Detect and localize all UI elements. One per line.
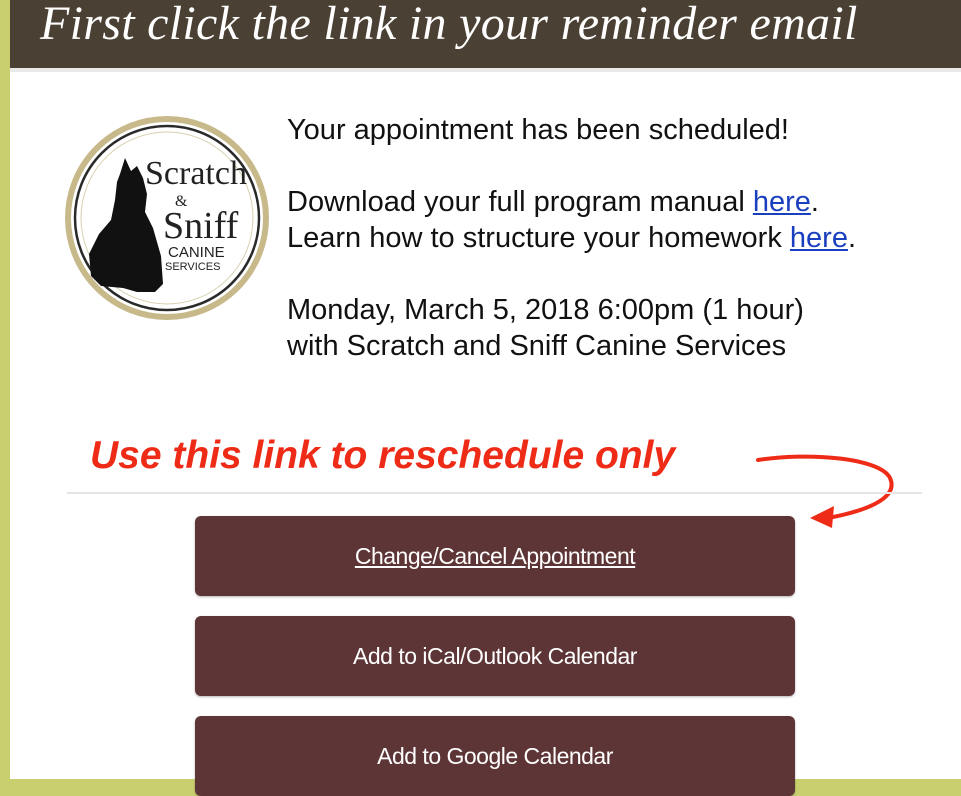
google-calendar-label: Add to Google Calendar xyxy=(377,742,613,769)
divider xyxy=(67,492,922,494)
reschedule-callout: Use this link to reschedule only xyxy=(90,434,676,477)
manual-text: Download your full program manual xyxy=(287,186,753,218)
scheduled-message: Your appointment has been scheduled! xyxy=(287,114,789,146)
header-title: First click the link in your reminder em… xyxy=(40,0,858,50)
change-cancel-appointment-button[interactable]: Change/Cancel Appointment xyxy=(195,516,795,596)
appointment-datetime: Monday, March 5, 2018 6:00pm (1 hour) xyxy=(287,294,804,326)
appointment-provider: with Scratch and Sniff Canine Services xyxy=(287,330,787,362)
homework-period: . xyxy=(847,222,857,254)
header-banner: First click the link in your reminder em… xyxy=(10,0,961,68)
add-ical-outlook-button[interactable]: Add to iCal/Outlook Calendar xyxy=(195,616,795,696)
email-card: Scratch & Sniff CANINE SERVICES Your app… xyxy=(10,68,961,796)
logo-text-services: SERVICES xyxy=(165,261,220,273)
manual-here-link[interactable]: here xyxy=(753,186,811,218)
ical-outlook-label: Add to iCal/Outlook Calendar xyxy=(353,642,637,669)
manual-line: Download your full program manual here. xyxy=(287,184,819,220)
logo-text-canine: CANINE xyxy=(168,244,225,261)
scratch-and-sniff-logo: Scratch & Sniff CANINE SERVICES xyxy=(65,116,269,320)
homework-line: Learn how to structure your homework her… xyxy=(287,220,856,256)
homework-here-link[interactable]: here xyxy=(790,222,848,254)
left-accent-bar xyxy=(0,0,10,779)
homework-text: Learn how to structure your homework xyxy=(287,222,790,254)
logo-text-sniff: Sniff xyxy=(163,205,239,247)
add-google-calendar-button[interactable]: Add to Google Calendar xyxy=(195,716,795,796)
manual-period: . xyxy=(810,186,819,218)
logo-text-scratch: Scratch xyxy=(145,155,247,192)
change-cancel-label: Change/Cancel Appointment xyxy=(354,542,636,569)
